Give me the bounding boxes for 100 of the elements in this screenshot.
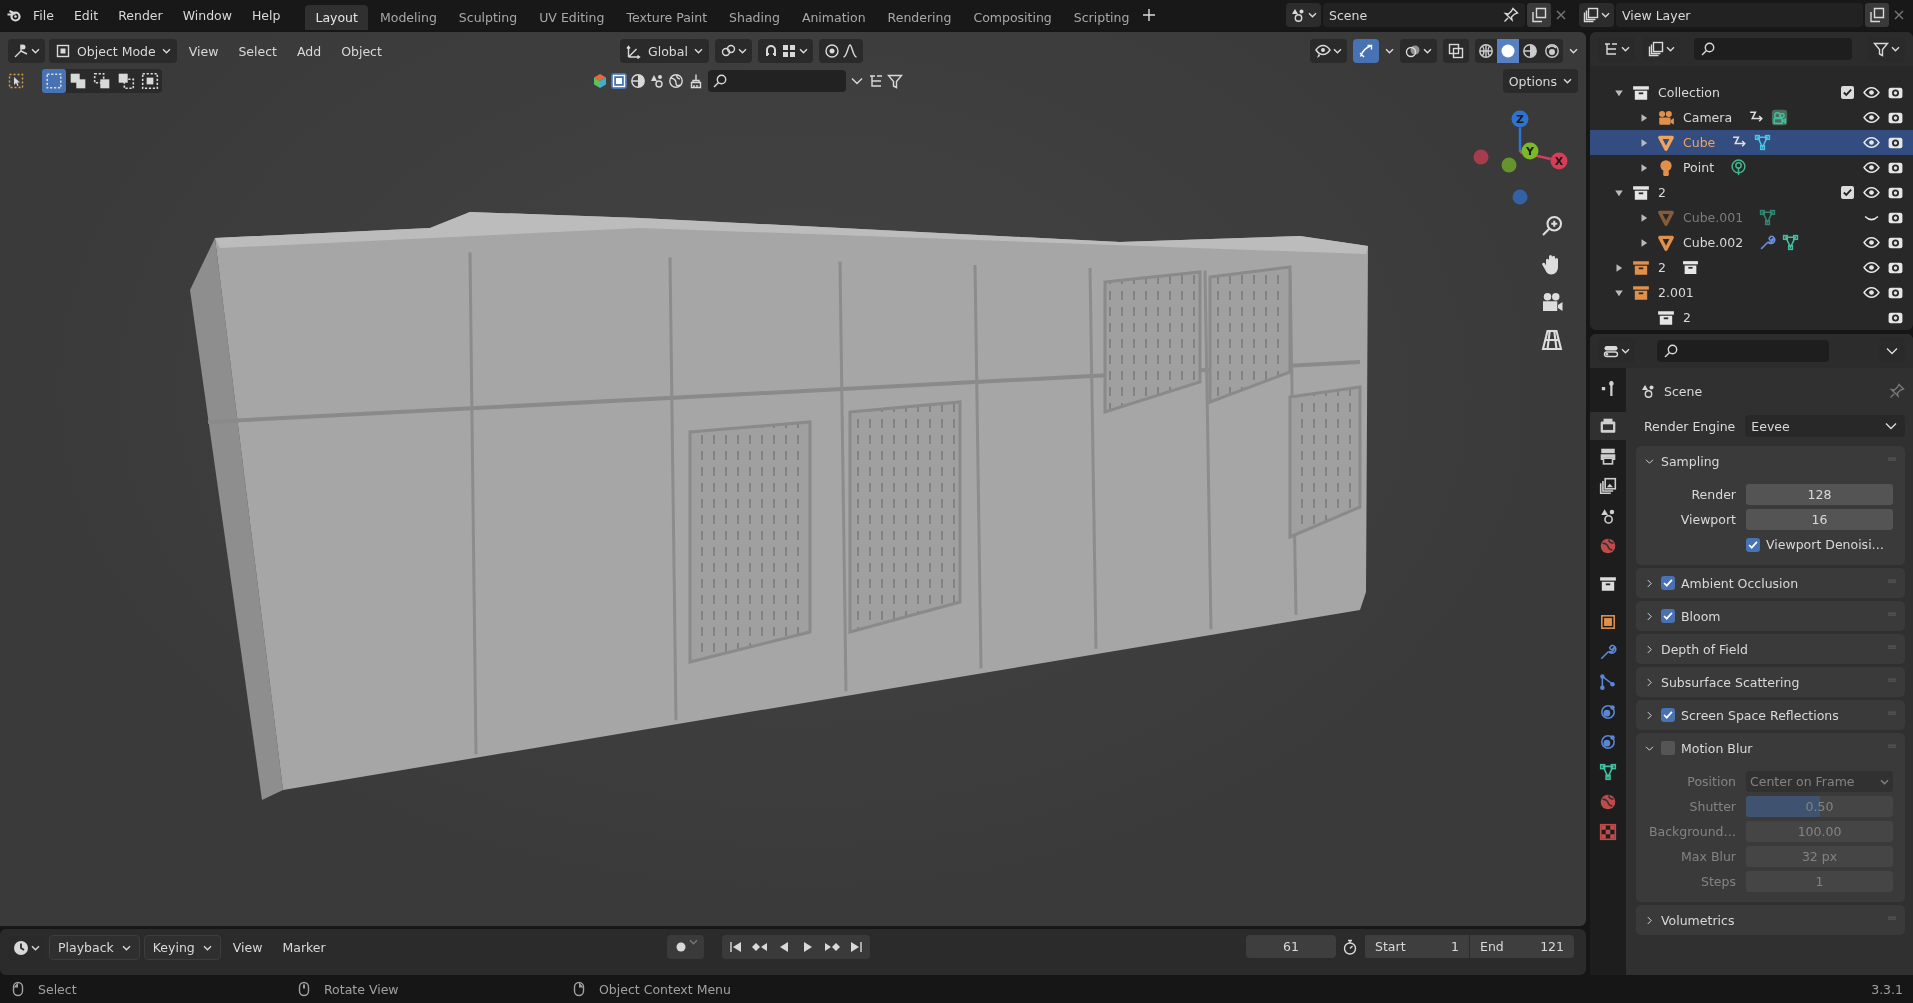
expand-chevron-icon[interactable] <box>1644 709 1655 721</box>
jump-to-start-icon[interactable] <box>728 939 744 955</box>
workspace-tab[interactable]: Animation <box>791 4 876 30</box>
axis-handle[interactable]: Y <box>1521 142 1539 160</box>
eye-icon[interactable] <box>1862 159 1880 176</box>
jump-to-end-icon[interactable] <box>848 939 864 955</box>
workspace-tab[interactable]: UV Editing <box>529 4 615 30</box>
search-field[interactable] <box>1657 340 1829 362</box>
eye-icon[interactable] <box>1862 234 1880 251</box>
outliner-row[interactable]: Camera <box>1590 105 1913 130</box>
checkbox[interactable] <box>1840 186 1854 199</box>
pivot-button[interactable] <box>714 39 752 63</box>
expand-triangle-icon[interactable] <box>1639 137 1649 148</box>
filter-icon[interactable] <box>887 73 903 89</box>
panel-header[interactable]: Subsurface Scattering <box>1636 667 1905 697</box>
checkbox[interactable] <box>1661 609 1675 623</box>
stopwatch-icon[interactable] <box>1342 938 1358 955</box>
eye-icon[interactable] <box>1862 109 1880 126</box>
axis-handle[interactable] <box>1473 149 1489 165</box>
field-value[interactable]: 121 <box>1540 939 1564 954</box>
outliner-row[interactable]: Collection <box>1590 80 1913 105</box>
eye-icon[interactable] <box>1862 84 1880 101</box>
data-block-menu-button[interactable] <box>1286 3 1321 27</box>
outliner-row[interactable]: Point <box>1590 155 1913 180</box>
sphere-icon[interactable] <box>630 73 646 89</box>
menu-dropdown[interactable]: Playback <box>49 935 140 960</box>
logo-icon[interactable] <box>6 7 22 23</box>
auto-keying-button[interactable] <box>667 935 704 959</box>
proportional-edit-button[interactable] <box>818 39 863 63</box>
expand-triangle-icon[interactable] <box>1639 162 1649 173</box>
select-new-icon[interactable] <box>42 69 66 93</box>
mesh-data-icon[interactable] <box>1754 134 1772 151</box>
expand-triangle-icon[interactable] <box>1639 237 1649 248</box>
eye-icon[interactable] <box>1862 259 1880 276</box>
expand-triangle-icon[interactable] <box>1614 262 1624 273</box>
expand-chevron-icon[interactable] <box>1644 610 1655 622</box>
mode-dropdown[interactable]: Object Mode <box>49 39 177 63</box>
field-value[interactable]: 1 <box>1451 939 1459 954</box>
mesh-drawing[interactable] <box>190 212 1368 800</box>
workspace-tab[interactable]: Texture Paint <box>616 4 718 30</box>
caret-icon[interactable] <box>1569 48 1578 54</box>
caret-icon[interactable] <box>1385 48 1394 54</box>
outliner-row[interactable]: Cube <box>1590 130 1913 155</box>
wrench-icon[interactable] <box>1759 234 1777 251</box>
panel-header[interactable]: Volumetrics <box>1636 905 1905 935</box>
outliner-row[interactable]: 2 <box>1590 255 1913 280</box>
checkbox[interactable] <box>1746 537 1760 552</box>
snap-button[interactable] <box>757 39 813 63</box>
new-button[interactable] <box>1865 3 1889 27</box>
menu-item[interactable]: Add <box>289 39 330 63</box>
shapes-icon[interactable] <box>649 73 665 89</box>
panel-header[interactable]: Depth of Field <box>1636 634 1905 664</box>
visibility-button[interactable] <box>1310 39 1347 63</box>
zoom-icon[interactable] <box>1540 214 1564 238</box>
expand-chevron-icon[interactable] <box>1644 643 1655 655</box>
gizmo-toggle-button[interactable] <box>1353 39 1379 63</box>
workspace-tab[interactable]: Modeling <box>369 4 447 30</box>
number-field[interactable]: 128 <box>1746 484 1893 505</box>
camera-data-icon[interactable] <box>1771 109 1789 126</box>
panel-header[interactable]: Bloom <box>1636 601 1905 631</box>
orientation-dropdown[interactable]: Global <box>620 39 709 63</box>
solid-shading-button[interactable] <box>1497 39 1519 63</box>
outliner-row[interactable]: Cube.002 <box>1590 230 1913 255</box>
name-field[interactable]: View Layer <box>1616 3 1863 27</box>
menu-item[interactable]: Object <box>333 39 390 63</box>
editor-type-button[interactable] <box>8 39 45 63</box>
properties-tab[interactable] <box>1590 412 1626 440</box>
menu-item[interactable]: File <box>24 3 63 27</box>
checkbox[interactable] <box>1840 86 1854 99</box>
menu-item[interactable]: Select <box>230 39 285 63</box>
options-dropdown[interactable]: Options <box>1502 69 1578 93</box>
eye-icon[interactable] <box>1862 284 1880 301</box>
workspace-tab[interactable]: Layout <box>305 4 368 30</box>
light-data-icon[interactable] <box>1730 159 1748 176</box>
expand-chevron-icon[interactable] <box>1644 914 1655 926</box>
search-field[interactable] <box>708 70 846 92</box>
menu-item[interactable]: Help <box>242 3 290 27</box>
axis-handle[interactable]: Z <box>1511 110 1529 128</box>
outliner-row[interactable]: 2.001 <box>1590 280 1913 305</box>
menu-item[interactable]: Render <box>109 3 172 27</box>
data-block-menu-button[interactable] <box>1579 3 1614 27</box>
menu-item[interactable]: View <box>180 39 227 63</box>
new-button[interactable] <box>1527 3 1551 27</box>
number-field[interactable]: 16 <box>1746 509 1893 530</box>
box-icon[interactable] <box>611 73 627 89</box>
mesh-data-icon[interactable] <box>1782 234 1800 251</box>
axis-handle[interactable]: X <box>1550 152 1568 170</box>
checkbox[interactable] <box>1661 708 1675 722</box>
xray-button[interactable] <box>1443 39 1469 63</box>
current-frame-field[interactable]: 61 <box>1246 935 1336 958</box>
workspace-tab[interactable]: Compositing <box>963 4 1062 30</box>
workspace-tab[interactable]: Shading <box>719 4 790 30</box>
select-tool-icon[interactable] <box>8 73 24 89</box>
name-field[interactable]: Scene <box>1323 3 1525 27</box>
expand-chevron-icon[interactable] <box>1644 676 1655 688</box>
expand-triangle-icon[interactable] <box>1639 112 1649 123</box>
menu-item[interactable]: Marker <box>274 936 334 959</box>
axis-handle[interactable] <box>1501 157 1517 173</box>
menu-dropdown[interactable]: Keying <box>143 935 221 960</box>
panel-header[interactable]: Ambient Occlusion <box>1636 568 1905 598</box>
